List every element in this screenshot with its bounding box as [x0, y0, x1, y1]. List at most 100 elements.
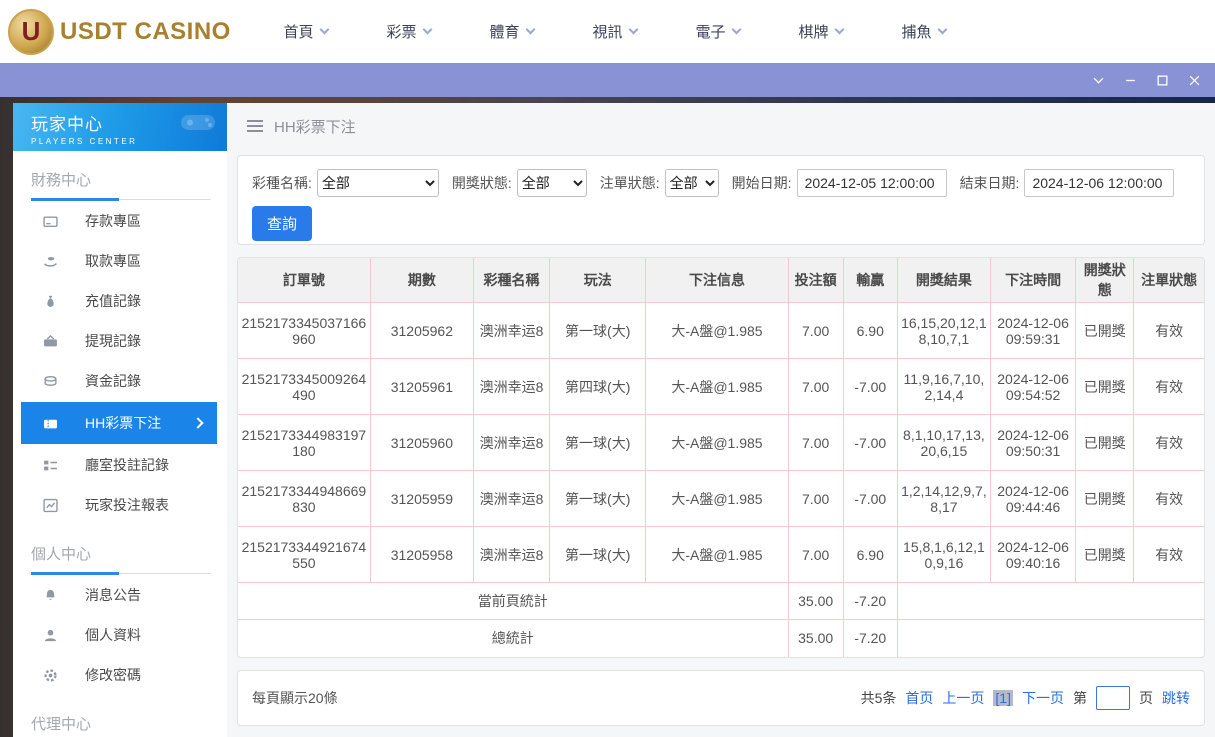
- cell-order-status: 有效: [1133, 414, 1204, 471]
- jump-button[interactable]: 跳转: [1162, 688, 1190, 708]
- col-play-type: 玩法: [549, 258, 647, 303]
- main-content: HH彩票下注 彩種名稱: 全部 開獎狀態: 全部 注單狀態: 全部 開始日期: …: [227, 103, 1215, 737]
- nav-item-cards[interactable]: 棋牌: [769, 21, 872, 42]
- pagination-bar: 每頁顯示20條 共5条 首页 上一页 [1] 下一页 第 页 跳转: [237, 669, 1205, 726]
- sidebar-item-label: 提現記錄: [85, 333, 141, 349]
- summary-empty: [896, 582, 1204, 620]
- sidebar: 玩家中心 PLAYERS CENTER 財務中心 存款專區 取款專區 充值記錄 …: [13, 103, 227, 737]
- sidebar-item-withdraw[interactable]: 取款專區: [13, 241, 227, 281]
- sidebar-item-change-password[interactable]: 修改密碼: [13, 655, 227, 695]
- cell-draw-result: 1,2,14,12,9,7,8,17: [896, 470, 992, 527]
- cell-win-loss: 6.90: [842, 526, 898, 583]
- cell-order-no: 2152173345037166960: [238, 302, 371, 359]
- page-jump-input[interactable]: [1096, 685, 1130, 710]
- first-page-link[interactable]: 首页: [905, 688, 933, 708]
- logo-coin-icon: U: [8, 8, 54, 55]
- current-page-indicator[interactable]: [1]: [993, 689, 1013, 706]
- query-button[interactable]: 查詢: [252, 206, 313, 241]
- window-close-icon[interactable]: [1181, 68, 1207, 92]
- start-date-label: 開始日期:: [731, 175, 792, 191]
- cell-bet-amount: 7.00: [787, 526, 844, 583]
- cell-bet-time: 2024-12-06 09:40:16: [989, 526, 1077, 583]
- table-row: 2152173345037166960 31205962 澳洲幸运8 第一球(大…: [238, 302, 1204, 359]
- sidebar-item-funds-record[interactable]: 資金記錄: [13, 361, 227, 401]
- sidebar-item-withdraw-record[interactable]: 提現記錄: [13, 321, 227, 361]
- lottery-name-select[interactable]: 全部: [316, 169, 439, 197]
- col-order-status: 注單狀態: [1133, 258, 1204, 303]
- nav-item-fishing[interactable]: 捕魚: [872, 21, 975, 42]
- section-personal-center: 個人中心: [13, 525, 227, 575]
- cell-draw-result: 15,8,1,6,12,10,9,16: [896, 526, 992, 583]
- cell-order-status: 有效: [1133, 526, 1204, 583]
- cell-bet-info: 大-A盤@1.985: [645, 358, 789, 415]
- sidebar-item-label: 充值記錄: [85, 293, 141, 309]
- cell-lottery-name: 澳洲幸运8: [472, 358, 551, 415]
- breadcrumb: HH彩票下注: [237, 103, 1205, 149]
- draw-status-label: 開獎狀態:: [451, 175, 512, 191]
- window-maximize-icon[interactable]: [1149, 68, 1175, 92]
- sidebar-item-announcements[interactable]: 消息公告: [13, 575, 227, 615]
- section-title: 代理中心: [31, 716, 92, 733]
- summary-label: 總統計: [238, 619, 789, 657]
- chevron-down-icon: [628, 24, 638, 35]
- window-minimize-icon[interactable]: [1117, 68, 1143, 92]
- order-status-label: 注單狀態:: [599, 175, 660, 191]
- cell-win-loss: -7.00: [842, 470, 898, 527]
- cell-lottery-name: 澳洲幸运8: [472, 302, 551, 359]
- sidebar-item-hall-bet-record[interactable]: 廳室投註記錄: [13, 445, 227, 485]
- window-dropdown-icon[interactable]: [1085, 68, 1111, 92]
- prev-page-link[interactable]: 上一页: [942, 688, 984, 708]
- table-row: 2152173345009264490 31205961 澳洲幸运8 第四球(大…: [238, 358, 1204, 415]
- cell-draw-status: 已開獎: [1075, 470, 1135, 527]
- nav-item-slots[interactable]: 電子: [666, 21, 769, 42]
- nav-item-lottery[interactable]: 彩票: [357, 21, 460, 42]
- cell-order-status: 有效: [1133, 302, 1204, 359]
- menu-toggle-icon[interactable]: [247, 120, 263, 132]
- players-center-banner: 玩家中心 PLAYERS CENTER: [13, 103, 227, 151]
- sidebar-item-label: 廳室投註記錄: [85, 457, 169, 473]
- cell-period: 31205962: [369, 302, 474, 359]
- next-page-link[interactable]: 下一页: [1022, 688, 1064, 708]
- grand-summary-row: 總統計 35.00 -7.20: [238, 619, 1204, 657]
- cell-draw-status: 已開獎: [1075, 526, 1135, 583]
- draw-status-select[interactable]: 全部: [516, 169, 587, 197]
- sidebar-item-label: 消息公告: [85, 587, 141, 603]
- end-date-input[interactable]: [1024, 169, 1175, 197]
- logo[interactable]: U USDT CASINO: [8, 8, 246, 55]
- cell-draw-result: 8,1,10,17,13,20,6,15: [896, 414, 992, 471]
- cell-lottery-name: 澳洲幸运8: [472, 470, 551, 527]
- cell-win-loss: 6.90: [842, 302, 898, 359]
- gamepad-icon: [181, 115, 215, 130]
- nav-item-sports[interactable]: 體育: [460, 21, 563, 42]
- start-date-input[interactable]: [796, 169, 947, 197]
- lottery-name-label: 彩種名稱:: [252, 175, 312, 191]
- cell-lottery-name: 澳洲幸运8: [472, 526, 551, 583]
- sidebar-item-hh-lottery-bets[interactable]: HH彩票下注: [21, 402, 217, 444]
- cell-win-loss: -7.00: [842, 358, 898, 415]
- summary-bet-total: 35.00: [787, 582, 844, 620]
- nav-item-live[interactable]: 視訊: [563, 21, 666, 42]
- sidebar-item-deposit[interactable]: 存款專區: [13, 201, 227, 241]
- sidebar-item-recharge-record[interactable]: 充值記錄: [13, 281, 227, 321]
- sidebar-item-player-bet-report[interactable]: 玩家投注報表: [13, 485, 227, 525]
- sidebar-item-label: 玩家投注報表: [85, 497, 169, 513]
- filter-panel: 彩種名稱: 全部 開獎狀態: 全部 注單狀態: 全部 開始日期: 2024-12…: [237, 155, 1205, 245]
- cell-order-no: 2152173344921674550: [238, 526, 371, 583]
- cell-draw-status: 已開獎: [1075, 358, 1135, 415]
- summary-win-loss-total: -7.20: [842, 582, 898, 620]
- section-finance-center: 財務中心: [13, 151, 227, 201]
- col-period: 期數: [369, 258, 474, 303]
- cell-draw-status: 已開獎: [1075, 414, 1135, 471]
- chevron-down-icon: [319, 24, 329, 35]
- chevron-down-icon: [422, 24, 432, 35]
- chevron-down-icon: [731, 24, 741, 35]
- col-order-no: 訂單號: [238, 258, 371, 303]
- order-status-select[interactable]: 全部: [664, 169, 719, 197]
- col-bet-info: 下注信息: [645, 258, 789, 303]
- cell-bet-amount: 7.00: [787, 414, 844, 471]
- sidebar-item-profile[interactable]: 個人資料: [13, 615, 227, 655]
- bell-icon: [43, 587, 59, 603]
- nav-item-home[interactable]: 首頁: [254, 21, 357, 42]
- col-draw-status: 開獎狀態: [1075, 258, 1135, 303]
- cell-order-no: 2152173345009264490: [238, 358, 371, 415]
